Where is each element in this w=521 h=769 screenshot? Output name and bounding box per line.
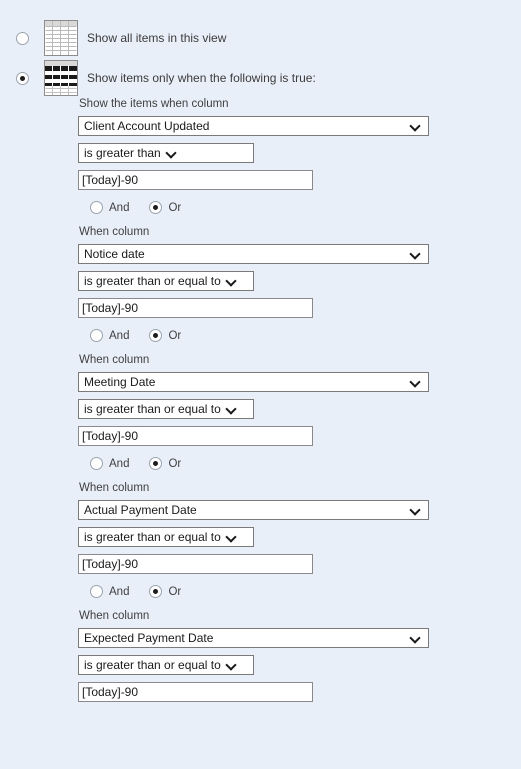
radio-show-all-items[interactable] — [15, 31, 29, 45]
filter-value-text-4: [Today]-90 — [82, 557, 139, 571]
filter-operator-select-4[interactable]: is greater than or equal to — [78, 527, 254, 547]
filter-operator-value-4: is greater than or equal to — [84, 530, 221, 544]
filter-operator-select-3[interactable]: is greater than or equal to — [78, 399, 254, 419]
filter-value-input-3[interactable]: [Today]-90 — [78, 426, 313, 446]
filter-operator-value-3: is greater than or equal to — [84, 402, 221, 416]
filter-operator-select-2[interactable]: is greater than or equal to — [78, 271, 254, 291]
filter-operator-value-1: is greater than — [84, 146, 161, 160]
filter-column-label-3: When column — [79, 354, 150, 366]
filter-group-3: When column Meeting Date is greater than… — [78, 353, 518, 471]
conjunction-group-3: And Or — [90, 456, 518, 471]
conjunction-and-option-4[interactable]: And — [90, 585, 129, 598]
filter-value-input-2[interactable]: [Today]-90 — [78, 298, 313, 318]
filter-column-select-4[interactable]: Actual Payment Date — [78, 500, 429, 520]
filter-column-label-4: When column — [79, 482, 150, 494]
filter-column-value-4: Actual Payment Date — [84, 503, 197, 517]
view-mode-option-show-all[interactable]: Show all items in this view — [0, 20, 226, 56]
table-grid-icon — [44, 20, 78, 56]
filter-value-text-1: [Today]-90 — [82, 173, 139, 187]
conjunction-or-option-3[interactable]: Or — [149, 457, 181, 470]
view-mode-label-filtered: Show items only when the following is tr… — [87, 71, 316, 85]
filter-column-select-1[interactable]: Client Account Updated — [78, 116, 429, 136]
view-mode-option-filtered[interactable]: Show items only when the following is tr… — [0, 60, 316, 96]
chevron-down-icon — [165, 146, 179, 160]
conjunction-or-label-4: Or — [168, 585, 182, 598]
radio-wrap-filtered — [0, 71, 44, 85]
chevron-down-icon — [225, 530, 239, 544]
filter-column-select-2[interactable]: Notice date — [78, 244, 429, 264]
chevron-down-icon — [409, 631, 423, 645]
filter-column-value-1: Client Account Updated — [84, 119, 210, 133]
filter-group-2: When column Notice date is greater than … — [78, 225, 518, 343]
radio-and-4[interactable] — [90, 585, 103, 598]
chevron-down-icon — [225, 402, 239, 416]
conjunction-and-label-3: And — [109, 457, 130, 470]
filter-value-input-5[interactable]: [Today]-90 — [78, 682, 313, 702]
conjunction-or-option-2[interactable]: Or — [149, 329, 181, 342]
conjunction-group-1: And Or — [90, 200, 518, 215]
conjunction-and-option-3[interactable]: And — [90, 457, 129, 470]
radio-and-3[interactable] — [90, 457, 103, 470]
filter-group-4: When column Actual Payment Date is great… — [78, 481, 518, 599]
chevron-down-icon — [225, 274, 239, 288]
conjunction-group-2: And Or — [90, 328, 518, 343]
filter-value-text-2: [Today]-90 — [82, 301, 139, 315]
view-mode-label-show-all: Show all items in this view — [87, 31, 227, 45]
filter-value-text-3: [Today]-90 — [82, 429, 139, 443]
filter-column-value-3: Meeting Date — [84, 375, 156, 389]
conjunction-group-4: And Or — [90, 584, 518, 599]
conjunction-and-option-1[interactable]: And — [90, 201, 129, 214]
radio-wrap-show-all — [0, 31, 44, 45]
conjunction-or-label-2: Or — [168, 329, 182, 342]
filter-column-value-5: Expected Payment Date — [84, 631, 214, 645]
conjunction-or-option-1[interactable]: Or — [149, 201, 181, 214]
filter-group-5: When column Expected Payment Date is gre… — [78, 609, 518, 702]
chevron-down-icon — [225, 658, 239, 672]
filter-column-select-3[interactable]: Meeting Date — [78, 372, 429, 392]
table-filter-icon — [44, 60, 78, 96]
chevron-down-icon — [409, 503, 423, 517]
filter-column-label-1: Show the items when column — [79, 98, 229, 110]
radio-and-1[interactable] — [90, 201, 103, 214]
radio-show-filtered-items[interactable] — [15, 71, 29, 85]
filter-operator-value-5: is greater than or equal to — [84, 658, 221, 672]
radio-or-1[interactable] — [149, 201, 163, 214]
conjunction-and-label-1: And — [109, 201, 130, 214]
radio-and-2[interactable] — [90, 329, 103, 342]
radio-or-2[interactable] — [149, 329, 163, 342]
filter-value-text-5: [Today]-90 — [82, 685, 139, 699]
radio-or-4[interactable] — [149, 585, 163, 598]
filter-column-select-5[interactable]: Expected Payment Date — [78, 628, 429, 648]
chevron-down-icon — [409, 375, 423, 389]
filter-value-input-4[interactable]: [Today]-90 — [78, 554, 313, 574]
filter-column-label-5: When column — [79, 610, 150, 622]
chevron-down-icon — [409, 247, 423, 261]
conjunction-or-label-1: Or — [168, 201, 182, 214]
filter-settings-panel: Show all items in this view Show items o… — [0, 0, 521, 769]
filter-value-input-1[interactable]: [Today]-90 — [78, 170, 313, 190]
radio-or-3[interactable] — [149, 457, 163, 470]
filter-group-1: Show the items when column Client Accoun… — [78, 97, 518, 215]
conjunction-and-option-2[interactable]: And — [90, 329, 129, 342]
filter-operator-select-1[interactable]: is greater than — [78, 143, 254, 163]
filter-column-value-2: Notice date — [84, 247, 145, 261]
conjunction-and-label-4: And — [109, 585, 130, 598]
filter-operator-value-2: is greater than or equal to — [84, 274, 221, 288]
filter-operator-select-5[interactable]: is greater than or equal to — [78, 655, 254, 675]
filter-column-label-2: When column — [79, 226, 150, 238]
conjunction-or-label-3: Or — [168, 457, 182, 470]
filter-conditions-list: Show the items when column Client Accoun… — [78, 97, 518, 712]
conjunction-or-option-4[interactable]: Or — [149, 585, 181, 598]
conjunction-and-label-2: And — [109, 329, 130, 342]
chevron-down-icon — [409, 119, 423, 133]
